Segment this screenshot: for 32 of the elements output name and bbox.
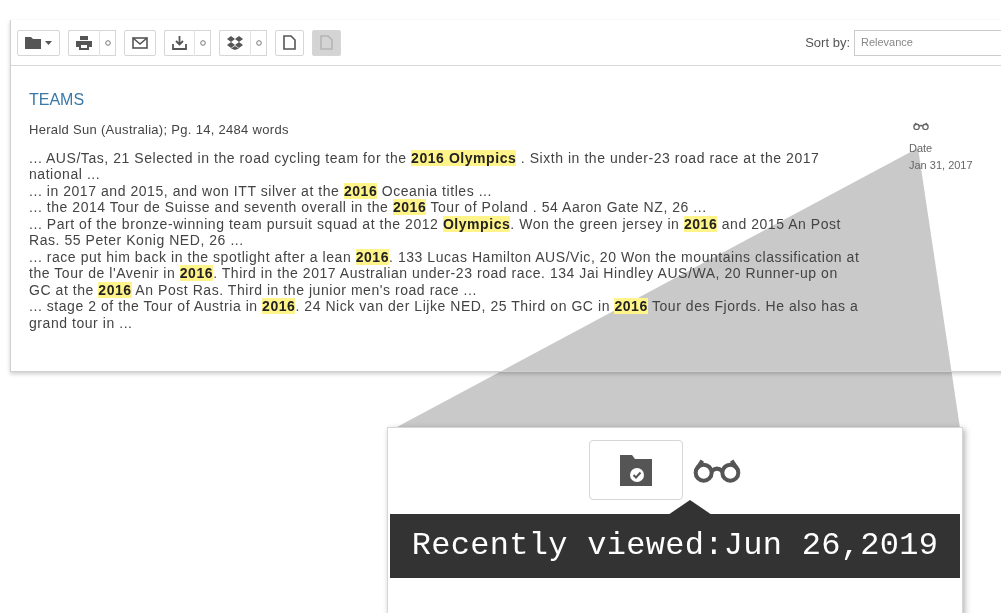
date-value: Jan 31, 2017: [909, 157, 973, 173]
envelope-icon: [132, 36, 148, 49]
snippet-text: ... race put him back in the spotlight after a lean 2016. 133 Lucas Hamilton AUS/Vic, 20 Won the mountains classification at the Tour de l'Avenir in 2016. Third in the 2017 Australian under-23 road race. 134 Jai Hindley AUS/WA, 20 Runner-up on GC at the 2016 An Post Ras. Third in the junior men's road race ...: [29, 248, 861, 298]
source-info: Herald Sun (Australia); Pg. 14, 2484 words: [29, 121, 290, 139]
document-icon: [283, 35, 296, 50]
download-icon: [172, 35, 187, 50]
snippet-text: ... stage 2 of the Tour of Austria in 2016. 24 Nick van der Lijke NED, 25 Third on GC in 2016 Tour des Fjords. He also has a grand tour in ...: [29, 298, 860, 331]
date-label: Date: [909, 141, 933, 156]
sort-label: Sort by:: [805, 33, 850, 52]
caret-icon: [45, 40, 52, 45]
snippet-text: ... in 2017 and 2015, and won ITT silver at the 2016 Oceania titles ...: [29, 182, 493, 199]
printer-icon: [76, 35, 92, 50]
folder-check-icon: [617, 452, 655, 488]
dropbox-icon: [227, 35, 243, 50]
snippet-text: ... the 2014 Tour de Suisse and seventh overall in the 2016 Tour of Poland . 54 Aaron Gate NZ, 26 ...: [29, 199, 708, 216]
toolbar-button[interactable]: [275, 29, 304, 56]
toolbar-button[interactable]: [219, 29, 251, 56]
toolbar-button[interactable]: [164, 29, 195, 56]
circle-icon: [255, 39, 262, 46]
sort-dropdown[interactable]: Relevance: [854, 29, 1001, 56]
circle-icon: [199, 39, 206, 46]
snippet-text: ... AUS/Tas, 21 Selected in the road cycling team for the 2016 Olympics . Sixth in the under-23 road race at the 2017 national ...: [29, 149, 821, 183]
document-icon: [320, 35, 333, 50]
folder-icon: [25, 36, 41, 49]
snippet-text: ... Part of the bronze-winning team pursuit squad at the 2012 Olympics. Won the green jersey in 2016 and 2015 An Post Ras. 55 Peter Konig NED, 26 ...: [29, 215, 843, 249]
folder-check-button[interactable]: [589, 440, 683, 500]
toolbar-button[interactable]: [124, 29, 156, 56]
circle-icon: [104, 39, 111, 46]
toolbar-button[interactable]: [68, 29, 100, 56]
tooltip-text: Recently viewed:Jun 26,2019: [411, 526, 939, 566]
result-title[interactable]: TEAMS: [29, 90, 864, 110]
toolbar-button[interactable]: [17, 29, 60, 56]
